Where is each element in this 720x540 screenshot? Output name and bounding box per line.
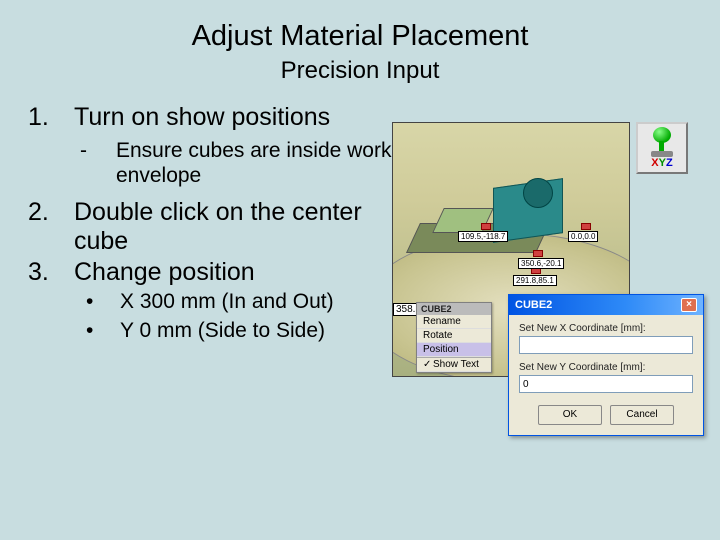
dialog-buttons: OK Cancel (519, 405, 693, 425)
x-coord-label: Set New X Coordinate [mm]: (519, 323, 693, 334)
step-3-text: Change position (74, 258, 255, 287)
y-coord-label: Set New Y Coordinate [mm]: (519, 362, 693, 373)
bullet-2-marker: • (78, 317, 120, 345)
dialog-title-text: CUBE2 (515, 299, 552, 311)
step-2-text: Double click on the center cube (74, 198, 374, 256)
milling-machine (413, 168, 563, 258)
bullet-1-marker: • (78, 288, 120, 316)
xyz-x: X (651, 157, 658, 169)
step-1-sub-marker: - (72, 138, 116, 188)
ctx-show-text[interactable]: ✓Show Text (417, 357, 491, 372)
machine-spindle (523, 178, 553, 208)
coord-label: 291.8,85.1 (513, 275, 557, 286)
cancel-button[interactable]: Cancel (610, 405, 674, 425)
ctx-show-text-label: Show Text (433, 359, 479, 370)
bullet-2-text: Y 0 mm (Side to Side) (120, 317, 325, 345)
close-button[interactable]: × (681, 298, 697, 312)
step-3-number: 3. (28, 258, 74, 287)
dialog-titlebar: CUBE2 × (509, 295, 703, 315)
step-2-number: 2. (28, 198, 74, 256)
dialog-body: Set New X Coordinate [mm]: Set New Y Coo… (509, 315, 703, 435)
ctx-rename[interactable]: Rename (417, 315, 491, 329)
check-icon: ✓ (423, 359, 433, 370)
step-1-sub-text: Ensure cubes are inside work envelope (116, 138, 406, 188)
cube-marker (533, 250, 543, 257)
context-menu: CUBE2 Rename Rotate Position ✓Show Text (416, 302, 492, 373)
ctx-position[interactable]: Position (417, 343, 491, 357)
coord-label: 109.5,-118.7 (458, 231, 508, 242)
context-menu-title: CUBE2 (417, 303, 491, 315)
y-coord-input[interactable] (519, 375, 693, 393)
coord-label: 350.6,-20.1 (518, 258, 564, 269)
x-coord-input[interactable] (519, 336, 693, 354)
joystick-icon (653, 127, 671, 143)
show-positions-button[interactable]: XYZ (636, 122, 688, 174)
step-1-text: Turn on show positions (74, 103, 330, 132)
cube-marker (581, 223, 591, 230)
ctx-rotate[interactable]: Rotate (417, 329, 491, 343)
xyz-z: Z (666, 157, 673, 169)
slide-title: Adjust Material Placement (0, 0, 720, 53)
slide-subtitle: Precision Input (0, 53, 720, 103)
cube-marker (481, 223, 491, 230)
coord-label: 0.0,0.0 (568, 231, 598, 242)
position-dialog: CUBE2 × Set New X Coordinate [mm]: Set N… (508, 294, 704, 436)
step-1-number: 1. (28, 103, 74, 132)
xyz-label: XYZ (651, 157, 672, 169)
ok-button[interactable]: OK (538, 405, 602, 425)
xyz-y: Y (659, 157, 666, 169)
bullet-1-text: X 300 mm (In and Out) (120, 288, 334, 316)
